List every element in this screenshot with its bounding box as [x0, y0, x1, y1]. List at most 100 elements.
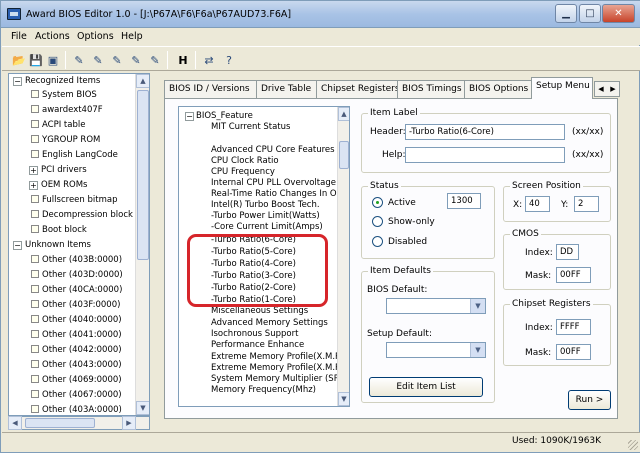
tree-vertical-scrollbar[interactable]: ▲ ▼ [135, 74, 149, 415]
tab-right-icon[interactable]: ▶ [607, 82, 619, 96]
list-item[interactable]: Memory Frequency(Mhz) [211, 385, 316, 396]
bios-default-select[interactable]: ▼ [386, 298, 486, 314]
list-item[interactable]: -Turbo Ratio(1-Core) [211, 295, 296, 306]
tool4-icon[interactable]: ✎ [128, 52, 144, 68]
list-item[interactable]: System Memory Multiplier (SP [211, 374, 339, 385]
list-item[interactable]: Performance Enhance [211, 340, 304, 351]
radio-show-only[interactable] [372, 216, 383, 227]
chipset-mask-field[interactable]: 00FF [556, 344, 591, 360]
help-field[interactable] [405, 147, 565, 163]
scroll-left-icon[interactable]: ◀ [8, 416, 22, 430]
save-as-icon[interactable]: ▣ [45, 52, 61, 68]
edit-item-list-button[interactable]: Edit Item List [369, 377, 483, 397]
tree-root-unknown[interactable]: Unknown Items [25, 238, 91, 253]
scroll-down-icon[interactable]: ▼ [338, 392, 349, 406]
tree-item[interactable]: Other (403F:0000) [31, 298, 120, 313]
active-value-field[interactable]: 1300 [447, 193, 481, 209]
scroll-up-icon[interactable]: ▲ [338, 107, 349, 121]
scroll-up-icon[interactable]: ▲ [136, 74, 149, 88]
tree-item[interactable]: YGROUP ROM [31, 133, 100, 148]
list-item[interactable]: -Turbo Ratio(6-Core) [211, 235, 296, 246]
tree-item[interactable]: Other (4069:0000) [31, 373, 122, 388]
tab-bios-timings[interactable]: BIOS Timings [397, 80, 465, 99]
scroll-thumb[interactable] [137, 90, 149, 260]
tab-bios-id[interactable]: BIOS ID / Versions [164, 80, 257, 99]
list-item[interactable]: Extreme Memory Profile(X.M.P [211, 363, 340, 374]
tool1-icon[interactable]: ✎ [71, 52, 87, 68]
tab-left-icon[interactable]: ◀ [595, 82, 607, 96]
h-icon[interactable]: H [175, 52, 191, 68]
list-root[interactable]: BIOS_Feature [196, 111, 253, 122]
cmos-index-field[interactable]: DD [556, 244, 579, 260]
list-item[interactable]: Miscellaneous Settings [211, 306, 308, 317]
radio-active[interactable] [372, 197, 383, 208]
expand-icon[interactable]: + [29, 166, 38, 175]
tree-item[interactable]: Other (4041:0000) [31, 328, 122, 343]
tree-item[interactable]: Boot block [31, 223, 87, 238]
x-field[interactable]: 40 [525, 196, 550, 212]
list-item[interactable]: -Turbo Ratio(3-Core) [211, 271, 296, 282]
help-icon[interactable]: ? [221, 52, 237, 68]
collapse-icon[interactable]: − [13, 241, 22, 250]
tool2-icon[interactable]: ✎ [90, 52, 106, 68]
open-icon[interactable]: 📂 [11, 52, 27, 68]
tool3-icon[interactable]: ✎ [109, 52, 125, 68]
tab-drive-table[interactable]: Drive Table [256, 80, 317, 99]
menu-options[interactable]: Options [77, 31, 114, 42]
tree-horizontal-scrollbar[interactable]: ◀ ▶ [8, 416, 150, 430]
menu-actions[interactable]: Actions [35, 31, 70, 42]
list-item[interactable]: Intel(R) Turbo Boost Tech. [211, 200, 320, 211]
maximize-button[interactable]: □ [579, 4, 601, 23]
scroll-right-icon[interactable]: ▶ [122, 416, 136, 430]
list-item[interactable]: Isochronous Support [211, 329, 298, 340]
tree-root-recognized[interactable]: Recognized Items [25, 74, 100, 89]
list-item[interactable]: CPU Clock Ratio [211, 156, 279, 167]
list-item[interactable]: Advanced Memory Settings [211, 318, 328, 329]
title-bar[interactable]: Award BIOS Editor 1.0 - [J:\P67A\F6\F6a\… [1, 1, 640, 28]
tree-item[interactable]: Fullscreen bitmap [31, 193, 117, 208]
menu-help[interactable]: Help [121, 31, 143, 42]
chipset-index-field[interactable]: FFFF [556, 319, 591, 335]
scroll-thumb[interactable] [339, 141, 349, 169]
tree-item[interactable]: Other (4042:0000) [31, 343, 122, 358]
tree-item[interactable]: PCI drivers [41, 163, 87, 178]
cmos-mask-field[interactable]: 00FF [556, 267, 591, 283]
tree-item[interactable]: English LangCode [31, 148, 118, 163]
tree-item[interactable]: Other (40CA:0000) [31, 283, 122, 298]
radio-disabled[interactable] [372, 236, 383, 247]
tab-setup-menu[interactable]: Setup Menu [531, 77, 593, 99]
tree-item[interactable]: Other (4040:0000) [31, 313, 122, 328]
tree-item[interactable]: ACPI table [31, 118, 85, 133]
list-item[interactable]: Real-Time Ratio Changes In O [211, 189, 337, 200]
setup-item-list[interactable]: − BIOS_Feature MIT Current Status Advanc… [178, 106, 350, 407]
tool5-icon[interactable]: ✎ [147, 52, 163, 68]
tree-item[interactable]: awardext407F [31, 103, 103, 118]
tree-item[interactable]: System BIOS [31, 88, 97, 103]
export-icon[interactable]: ⇄ [201, 52, 217, 68]
tree-item[interactable]: OEM ROMs [41, 178, 87, 193]
collapse-icon[interactable]: − [13, 77, 22, 86]
y-field[interactable]: 2 [574, 196, 599, 212]
tree-item[interactable]: Other (4067:0000) [31, 388, 122, 403]
collapse-icon[interactable]: − [185, 112, 194, 121]
resize-grip-icon[interactable] [628, 440, 638, 450]
minimize-button[interactable]: ▁ [555, 4, 577, 23]
tree-item[interactable]: Other (403B:0000) [31, 253, 122, 268]
menu-file[interactable]: File [11, 31, 27, 42]
tree-item[interactable]: Decompression block [31, 208, 133, 223]
list-item[interactable]: CPU Frequency [211, 167, 275, 178]
list-item[interactable]: -Turbo Power Limit(Watts) [211, 211, 320, 222]
tree-item[interactable]: Other (403A:0000) [31, 403, 122, 415]
tree-item[interactable]: Other (4043:0000) [31, 358, 122, 373]
header-field[interactable]: -Turbo Ratio(6-Core) [405, 124, 565, 140]
tab-bios-options[interactable]: BIOS Options [464, 80, 532, 99]
list-item[interactable]: MIT Current Status [211, 122, 290, 133]
list-item[interactable]: -Turbo Ratio(4-Core) [211, 259, 296, 270]
list-item[interactable]: Extreme Memory Profile(X.M.P [211, 352, 340, 363]
item-tree[interactable]: − Recognized Items System BIOS awardext4… [8, 73, 150, 416]
list-item[interactable]: -Turbo Ratio(2-Core) [211, 283, 296, 294]
close-button[interactable]: ✕ [602, 4, 635, 23]
setup-default-select[interactable]: ▼ [386, 342, 486, 358]
save-icon[interactable]: 💾 [28, 52, 44, 68]
list-item[interactable]: -Core Current Limit(Amps) [211, 222, 323, 233]
